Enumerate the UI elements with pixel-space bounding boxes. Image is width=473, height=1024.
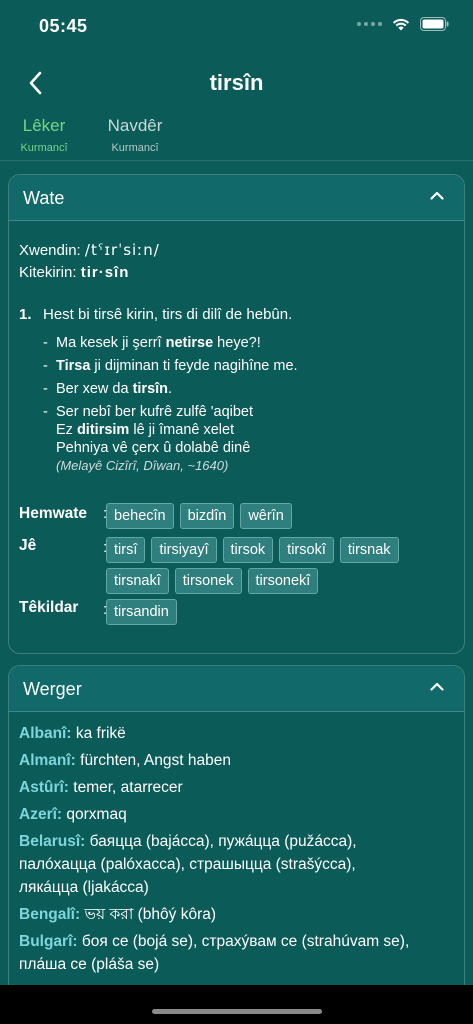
translation-row: Bulgarî: боя се (bojá se), страхýвам се … (19, 930, 454, 976)
example-text: Ma kesek ji şerrî netirse heye?! (56, 335, 261, 351)
translation-text: баяцца (bajácca), пужáцца (pužácca), (89, 833, 357, 850)
tab-navder[interactable]: Navdêr Kurmancî (104, 116, 166, 154)
meaning-card: Wate Xwendin: /tˁɪrˈsiːn/ Kitekirin: tir… (8, 174, 465, 654)
word-chip[interactable]: tirsok (222, 537, 274, 563)
translation-text: qorxmaq (66, 806, 127, 823)
word-chip[interactable]: tirsonekî (247, 568, 319, 594)
translations-card-header[interactable]: Werger (9, 666, 464, 712)
word-chip[interactable]: behecîn (106, 503, 174, 529)
chevron-up-icon (430, 682, 444, 691)
status-time: 05:45 (39, 16, 88, 36)
example-item: - Ma kesek ji şerrî netirse heye?! (43, 334, 454, 352)
derived-label: Jê (19, 537, 37, 554)
language-name[interactable]: Bulgarî: (19, 933, 78, 950)
pos-tabs: Lêker Kurmancî Navdêr Kurmancî (0, 116, 473, 160)
status-icons (357, 17, 449, 31)
card-title: Werger (23, 679, 82, 699)
derived-chips: tirsî tirsiyayî tirsok tirsokî tirsnak t… (106, 537, 446, 594)
bottom-bar (0, 985, 473, 1024)
translation-row: Bengalî: ভয় করা (bhôý kôra) (19, 903, 454, 926)
bullet: - (43, 358, 48, 374)
home-indicator[interactable] (152, 1009, 322, 1014)
example-item-poem: - Ser nebî ber kufrê zulfê 'aqibet Ez di… (43, 403, 454, 475)
tab-leker[interactable]: Lêker Kurmancî (18, 116, 70, 154)
language-name[interactable]: Bengalî: (19, 906, 80, 923)
status-bar: 05:45 (0, 0, 473, 52)
translation-row: Almanî: fürchten, Angst haben (19, 749, 454, 772)
translation-text: temer, atarrecer (73, 779, 183, 796)
page-title: tirsîn (209, 70, 264, 95)
tab-label: Lêker (22, 116, 66, 135)
translation-row: Astûrî: temer, atarrecer (19, 776, 454, 799)
syllables-line: Kitekirin: tir·sîn (19, 262, 454, 284)
app-header: tirsîn (0, 60, 473, 106)
related-label: Têkildar (19, 599, 79, 616)
translation-text: боя се (bojá se), страхýвам се (strahúva… (81, 933, 410, 950)
syllables-label: Kitekirin: (19, 264, 77, 281)
language-name[interactable]: Almanî: (19, 752, 76, 769)
battery-icon (420, 17, 449, 31)
synonyms-chips: behecîn bizdîn wêrîn (106, 503, 446, 529)
pronunciation-value: /tˁɪrˈsiːn/ (84, 241, 160, 259)
word-chip[interactable]: tirsî (106, 537, 146, 563)
bullet: - (43, 381, 48, 397)
card-title: Wate (23, 188, 65, 208)
language-name[interactable]: Albanî: (19, 725, 72, 742)
word-chip[interactable]: tirsokî (279, 537, 334, 563)
sense-number: 1. (19, 306, 32, 323)
word-chip[interactable]: tirsnak (339, 537, 399, 563)
tab-label: Navdêr (107, 116, 163, 135)
citation: (Melayê Cizîrî, Dîwan, ~1640) (56, 458, 229, 473)
translation-text: лякáцца (ljakácca) (19, 879, 149, 896)
language-name[interactable]: Azerî: (19, 806, 62, 823)
sense-text: Hest bi tirsê kirin, tirs di dilî de heb… (43, 306, 293, 323)
tab-sublabel: Kurmancî (20, 142, 68, 154)
pronunciation-line: Xwendin: /tˁɪrˈsiːn/ (19, 239, 454, 262)
chevron-up-icon (430, 191, 444, 200)
syllables-value: tir·sîn (80, 264, 130, 281)
meaning-card-header[interactable]: Wate (9, 175, 464, 221)
tab-sublabel: Kurmancî (111, 142, 159, 154)
pronunciation-label: Xwendin: (19, 242, 81, 259)
examples-list: - Ma kesek ji şerrî netirse heye?! - Tir… (43, 334, 454, 475)
bullet: - (43, 404, 48, 420)
translation-text: fürchten, Angst haben (80, 752, 231, 769)
translation-row: Belarusî: баяцца (bajácca), пужáцца (puž… (19, 830, 454, 899)
word-chip[interactable]: tirsnakî (106, 568, 169, 594)
translation-row: Azerî: qorxmaq (19, 803, 454, 826)
translations-body: Albanî: ka frikë Almanî: fürchten, Angst… (9, 712, 464, 976)
word-chip[interactable]: bizdîn (179, 503, 235, 529)
language-name[interactable]: Belarusî: (19, 833, 85, 850)
example-text: Ser nebî ber kufrê zulfê 'aqibet Ez diti… (56, 404, 254, 473)
word-chip[interactable]: wêrîn (240, 503, 292, 529)
synonyms-label: Hemwate (19, 505, 88, 522)
word-chip[interactable]: tirsonek (174, 568, 242, 594)
example-item: - Tirsa ji dijminan ti feyde nagihîne me… (43, 357, 454, 375)
translation-text: ka frikë (75, 725, 126, 742)
word-chip[interactable]: tirsandin (106, 599, 177, 625)
bullet: - (43, 335, 48, 351)
sense-item: 1. Hest bi tirsê kirin, tirs di dilî de … (19, 304, 454, 326)
example-text: Ber xew da tirsîn. (56, 381, 173, 397)
example-text: Tirsa ji dijminan ti feyde nagihîne me. (56, 358, 298, 374)
translation-row: Albanî: ka frikë (19, 722, 454, 745)
translation-text: ভয় করা (bhôý kôra) (84, 906, 217, 923)
signal-icon (357, 22, 382, 26)
example-item: - Ber xew da tirsîn. (43, 380, 454, 398)
translation-text: пла́ша се (pláša se) (19, 956, 160, 973)
language-name[interactable]: Astûrî: (19, 779, 69, 796)
translation-text: палóхацца (palóxacca), страшыцца (strašý… (19, 856, 356, 873)
wifi-icon (392, 18, 410, 31)
divider (0, 160, 473, 161)
meaning-body: Xwendin: /tˁɪrˈsiːn/ Kitekirin: tir·sîn … (9, 221, 464, 475)
related-chips: tirsandin (106, 599, 446, 625)
word-chip[interactable]: tirsiyayî (151, 537, 217, 563)
translations-card: Werger Albanî: ka frikë Almanî: fürchten… (8, 665, 465, 1024)
